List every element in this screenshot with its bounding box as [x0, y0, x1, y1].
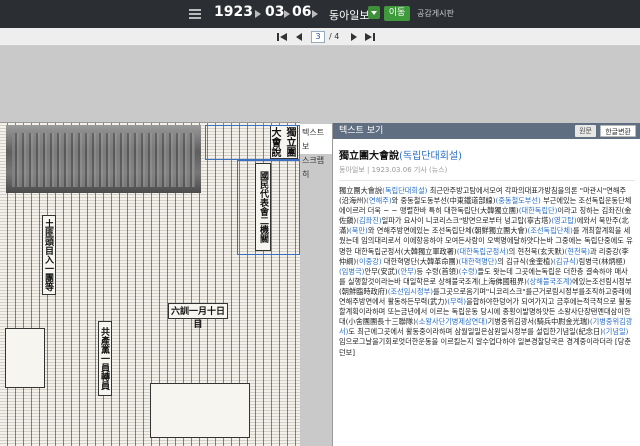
tab-text-view[interactable]: 텍스트 보 — [302, 126, 332, 154]
go-button[interactable]: 이동 — [384, 6, 410, 21]
side-headline-1: 土匪頭目入一團等 — [42, 215, 56, 295]
body-text: 의 현천묵(玄天默) — [508, 246, 565, 256]
side-headline-2: 六訓一月十日目 — [168, 303, 228, 330]
board-link[interactable]: 공감게시판 — [417, 8, 454, 19]
article-meta: 동아일보 | 1923.03.06 기사 (뉴스) — [339, 166, 448, 174]
divider — [339, 180, 635, 181]
reading-highlight: (임병극) — [339, 266, 365, 276]
side-tabs: 텍스트 보 스크랩 히 — [300, 124, 332, 179]
reading-highlight: (상해불국조계) — [526, 276, 573, 286]
month-value[interactable]: 03 — [265, 4, 284, 20]
reading-highlight: (소왕사단기병제삼연대) — [415, 317, 488, 327]
last-page-icon[interactable] — [365, 32, 375, 42]
tab-scrap[interactable]: 스크랩 히 — [302, 154, 332, 182]
reading-highlight: (연해주) — [366, 196, 392, 206]
reading-highlight: (대한독립군정서) — [456, 246, 509, 256]
side-headline-3: 共產黨一員轉員 — [98, 321, 112, 396]
body-text: 도 최근에그곳에서 활동중이라하며 삼월일일은삼원일시정부를 설립한기념일(紀念… — [348, 327, 603, 337]
next-page-icon[interactable] — [350, 32, 358, 42]
first-page-icon[interactable] — [277, 32, 287, 42]
ad-block — [5, 328, 45, 388]
page-input[interactable]: 3 — [311, 31, 325, 43]
body-text: 일파가 요사이 니코리스크"방면으로부터 넝고탑(寧古塔) — [381, 216, 552, 226]
body-text: 와 연해주방면에있는 조선독립단체(朝鮮獨立團大會) — [367, 226, 528, 236]
ad-block — [150, 383, 250, 438]
reading-highlight: (기념일) — [602, 327, 629, 337]
panel-title: 텍스트 보기 — [339, 126, 384, 136]
reading-highlight: (독립단대회설) — [382, 186, 428, 195]
hangul-convert-button[interactable]: 한글변환 — [600, 125, 636, 137]
day-value[interactable]: 06 — [292, 4, 311, 20]
article-body: 獨立團大會說(독립단대회설) 최근만주방고탐에서모여 각파의대표가방침을의론 "… — [339, 186, 634, 436]
reading-highlight: (조선임시정부) — [387, 286, 434, 296]
reading-highlight: (수령) — [458, 266, 478, 276]
reading-highlight: (안무) — [397, 266, 417, 276]
original-button[interactable]: 원문 — [575, 125, 596, 137]
page-navigator: 3 / 4 — [0, 28, 640, 46]
text-view-panel: 텍스트 보기 원문 한글변환 獨立團大會說(독립단대회설) 동아일보 | 192… — [332, 123, 640, 446]
body-text: 와 중동철도동부선(中東鐵道部線) — [391, 196, 496, 206]
reading-highlight: (북만) — [349, 226, 368, 236]
newspaper-photo — [6, 125, 201, 193]
paper-name[interactable]: 동아일보 — [329, 7, 369, 23]
reading-highlight: (조선독립단체) — [527, 226, 573, 236]
year-value[interactable]: 1923 — [214, 4, 253, 20]
viewer-canvas[interactable]: 獨立團大會說 國民代表會二機關 土匪頭目入一團等 六訓一月十日目 共產黨一員轉員… — [0, 47, 640, 446]
panel-header: 텍스트 보기 원문 한글변환 — [333, 123, 640, 139]
prev-page-icon[interactable] — [295, 32, 303, 42]
reading-highlight: (김좌진) — [356, 216, 382, 226]
dropdown-icon[interactable] — [368, 6, 380, 19]
day-next-icon[interactable] — [312, 10, 318, 18]
article-title-hangul: (독립단대회설) — [399, 151, 463, 162]
body-text: 獨立團大會說 — [339, 186, 383, 195]
reading-highlight: (무력) — [447, 297, 467, 307]
reading-highlight: (대한독립단) — [518, 206, 558, 216]
page-total: / 4 — [329, 32, 340, 41]
month-next-icon[interactable] — [284, 10, 290, 18]
body-text: 대한혁명단(大韓革命團) — [381, 256, 459, 266]
article-title-hanja: 獨立團大會說 — [339, 151, 399, 162]
reading-highlight: (대한혁명단) — [458, 256, 498, 266]
year-next-icon[interactable] — [255, 10, 261, 18]
reading-highlight: (중동철도부선) — [495, 196, 541, 206]
reading-highlight: (현천묵) — [564, 246, 590, 256]
body-text: 기병중위김광서(騎兵中尉金光瑞) — [487, 317, 590, 327]
body-text: 등 수령(首領) — [416, 266, 459, 276]
selected-article-outline-2[interactable] — [237, 160, 300, 255]
body-text: 의 김규식(金奎植) — [497, 256, 554, 266]
body-text: 림병극(林炳極) — [578, 256, 626, 266]
menu-icon[interactable] — [189, 8, 201, 19]
selected-article-outline[interactable] — [205, 125, 300, 160]
body-text: 안무(安武) — [364, 266, 398, 276]
reading-highlight: (김규식) — [553, 256, 579, 266]
newspaper-page-image[interactable]: 獨立團大會說 國民代表會二機關 土匪頭目入一團等 六訓一月十日目 共產黨一員轉員 — [0, 122, 300, 446]
article-title: 獨立團大會說(독립단대회설) — [339, 147, 640, 162]
reading-highlight: (영고탑) — [551, 216, 577, 226]
top-bar: 1923 03 06 동아일보 이동 공감게시판 — [0, 0, 640, 28]
reading-highlight: (이중강) — [356, 256, 382, 266]
body-text: 임으로그날을기회로엇더한운동을 이르킬는지 알수업다하야 일본경찰당국은 경계중… — [339, 337, 631, 357]
